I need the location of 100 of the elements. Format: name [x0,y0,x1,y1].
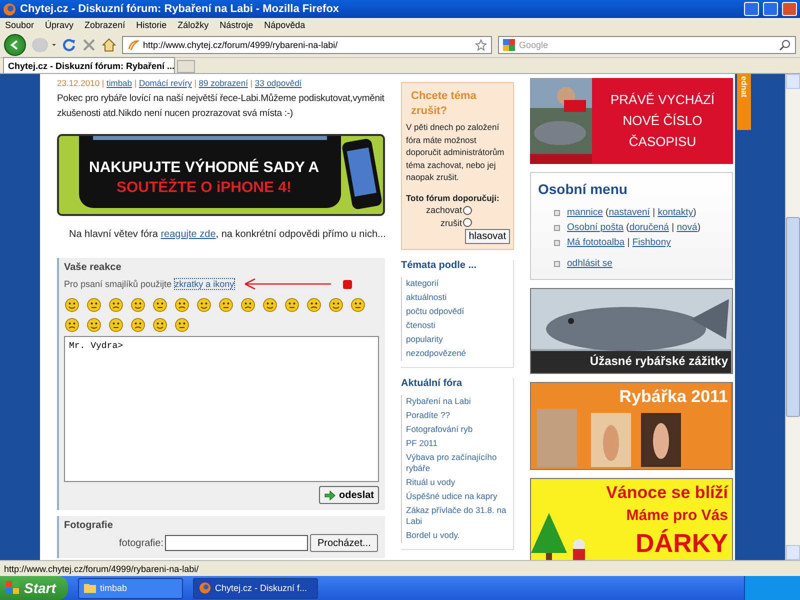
banner-headline: SOUTĚŽTE O iPHONE 4! [116,178,292,198]
window-title: Chytej.cz - Diskuzní fórum: Rybaření na Labi - Mozilla Firefox [20,3,340,15]
smiley-icon[interactable] [108,296,124,312]
smiley-icon[interactable] [130,296,146,312]
smiley-icon[interactable] [174,316,190,332]
smiley-icon[interactable] [152,316,168,332]
ad-headline: DÁRKY [636,529,728,559]
scrollbar[interactable] [785,74,800,560]
taskbar-item[interactable]: timbab [78,578,183,598]
ad-banner[interactable]: Vánoce se blíží Máme pro Vás DÁRKY [530,478,733,560]
search-engine-icon [503,38,515,50]
side-link[interactable]: nezodpovězené [401,347,513,361]
ad-banner[interactable]: Úžasné rybářské zážitky [530,288,733,374]
reply-textarea[interactable]: Mr. Vydra> [64,336,379,482]
ad-headline: PRÁVĚ VYCHÁZÍ [610,91,715,109]
side-link[interactable]: PF 2011 [401,437,513,451]
back-button[interactable] [4,34,26,56]
link[interactable]: Fishbony [632,237,671,248]
side-link[interactable]: počtu odpovědí [401,305,513,319]
side-link[interactable]: Bordel u vody. [401,529,513,543]
home-icon[interactable] [102,38,116,52]
side-link[interactable]: popularity [401,333,513,347]
link[interactable]: Osobní pošta [567,222,624,233]
smiley-icon[interactable] [108,316,124,332]
separator-text: 23.12.2010 [57,78,100,88]
link[interactable]: mannice [567,207,603,218]
separator-text: | [626,237,631,248]
bullet-icon [554,260,560,266]
panel-title: Vaše reakce [64,262,122,273]
radio-button[interactable] [463,206,472,215]
smiley-icon[interactable] [64,296,80,312]
link[interactable]: kontakty [658,207,694,218]
ad-headline: Máme pro Vás [626,507,728,524]
reply-link[interactable]: reagujte zde [160,228,216,240]
ad-banner[interactable]: NAKUPUJTE VÝHODNÉ SADY A SOUTĚŽTE O iPHONE 4! [57,134,385,216]
link[interactable]: 33 odpovědí [254,78,302,88]
menu-item[interactable]: Nápověda [264,20,306,30]
link[interactable]: Domácí revíry [138,78,192,88]
smiley-icon[interactable] [350,296,366,312]
link[interactable]: nastavení [608,207,650,218]
smiley-icon[interactable] [130,316,146,332]
minimize-button[interactable] [744,2,759,16]
side-link[interactable]: Rituál u vody [401,476,513,490]
smiley-icon[interactable] [86,316,102,332]
link[interactable]: nová [676,222,698,233]
smiley-icon[interactable] [284,296,300,312]
browser-icon [199,582,211,594]
dot-annotation [343,280,352,288]
menu-item[interactable]: Nástroje [220,20,254,30]
side-link[interactable]: Výbava pro začínajícího rybáře [401,451,513,476]
menu-item[interactable]: Úpravy [45,20,74,30]
file-field[interactable] [165,535,308,551]
menu-item[interactable]: Historie [136,20,167,30]
maximize-button[interactable] [763,2,778,16]
link[interactable]: odhlásit se [567,258,612,269]
close-button[interactable] [782,2,797,16]
reply-note: Na hlavní větev fóra reagujte zde, na konkrétní odpovědi přímo u nich... [69,228,386,240]
smiley-icon[interactable] [152,296,168,312]
browse-button[interactable]: Procházet... [310,534,378,552]
menu-item[interactable]: Zobrazení [84,20,126,30]
smiley-icon[interactable] [218,296,234,312]
link[interactable]: Má fototoalba [567,237,625,248]
link[interactable]: 89 zobrazení [198,78,248,88]
smiley-icon[interactable] [64,316,80,332]
smiley-icon[interactable] [328,296,344,312]
search-icon[interactable] [779,38,791,50]
shortcuts-link[interactable]: zkratky a ikony [174,278,236,290]
side-link[interactable]: čtenosti [401,319,513,333]
start-button[interactable]: Start [0,576,68,600]
link[interactable]: timbab [106,78,132,88]
taskbar-item[interactable]: Chytej.cz - Diskuzní f... [193,578,318,598]
smiley-icon[interactable] [306,296,322,312]
radio-button[interactable] [463,218,472,228]
side-link[interactable]: Rybaření na Labi [401,395,513,409]
folder-icon [84,583,96,593]
reload-icon[interactable] [62,38,76,52]
smiley-icon[interactable] [86,296,102,312]
submit-button[interactable]: odeslat [318,486,379,504]
side-link[interactable]: Fotografování ryb [401,423,513,437]
address-field[interactable]: http://www.chytej.cz/forum/4999/rybareni-na-labi/ [122,36,492,54]
separator-text: | [193,78,198,88]
smiley-icon[interactable] [196,296,212,312]
side-link[interactable]: Poradíte ?? [401,409,513,423]
link[interactable]: doručená [629,222,669,233]
separator-text: | [133,78,138,88]
site-icon [127,38,139,50]
menu-item[interactable]: Soubor [5,20,34,30]
side-link[interactable]: Zákaz přívlače do 31.8. na Labi [401,504,513,529]
menu-item[interactable]: Záložky [178,20,209,30]
smiley-icon[interactable] [262,296,278,312]
star-icon[interactable] [475,38,487,50]
smiley-icon[interactable] [240,296,256,312]
side-link[interactable]: aktuálnosti [401,291,513,305]
side-link[interactable]: Úspěšné udice na kapry [401,490,513,504]
bullet-icon [554,240,560,246]
side-link[interactable]: kategorií [401,277,513,291]
browser-tab[interactable]: Chytej.cz - Diskuzní fórum: Rybaření ... [3,57,175,73]
magazine-ad[interactable]: PRÁVĚ VYCHÁZÍ NOVÉ ČÍSLO ČASOPISU [530,78,733,164]
smiley-icon[interactable] [174,296,190,312]
vote-button[interactable]: hlasovat [464,229,510,244]
